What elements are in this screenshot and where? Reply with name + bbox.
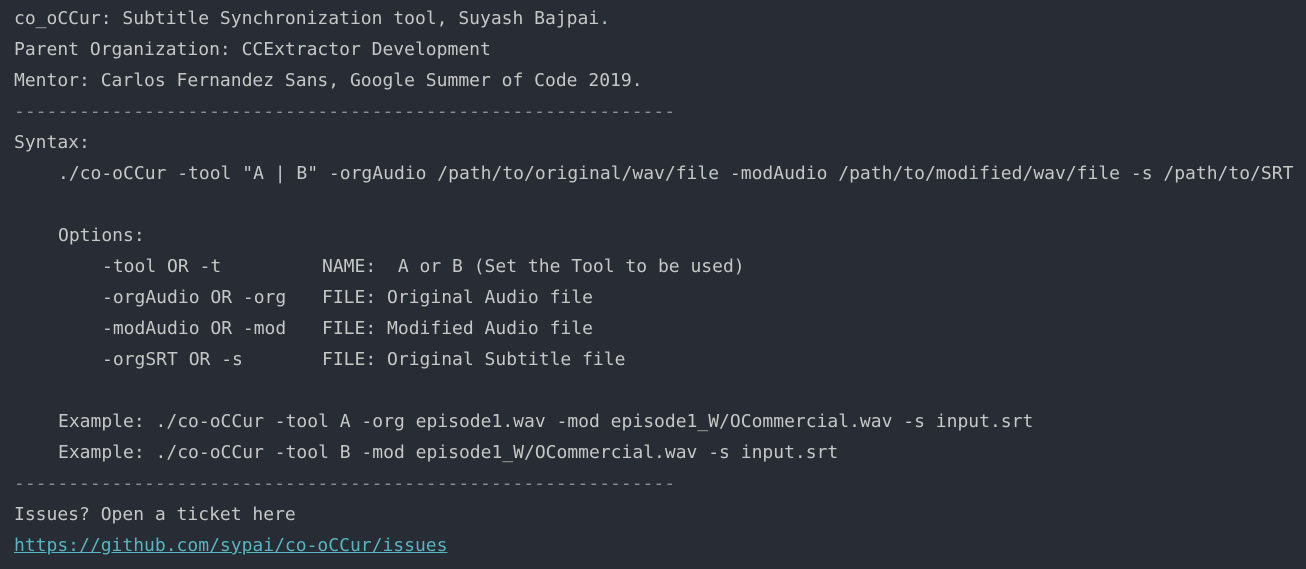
option-flag: -orgAudio OR -org: [102, 287, 287, 308]
example-line-2: Example: ./co-oCCur -tool B -mod episode…: [58, 442, 839, 463]
option-flag: -modAudio OR -mod: [102, 318, 287, 339]
example-line-1: Example: ./co-oCCur -tool A -org episode…: [58, 411, 1034, 432]
option-row-mod-audio: -modAudio OR -mod FILE: Modified Audio fi…: [14, 313, 1306, 344]
option-row-tool: -tool OR -t NAME: A or B (Set the Tool to…: [14, 251, 1306, 282]
option-description: FILE: Original Audio file: [322, 287, 593, 308]
option-flag: -tool OR -t: [102, 256, 222, 277]
terminal-output: co_oCCur: Subtitle Synchronization tool,…: [0, 0, 1306, 569]
option-row-org-audio: -orgAudio OR -org FILE: Original Audio fi…: [14, 282, 1306, 313]
options-label: Options:: [58, 225, 145, 246]
separator-top: ----------------------------------------…: [14, 101, 676, 122]
option-description: FILE: Modified Audio file: [322, 318, 593, 339]
separator-bottom: ----------------------------------------…: [14, 473, 676, 494]
mentor-line: Mentor: Carlos Fernandez Sans, Google Su…: [14, 70, 643, 91]
syntax-command: ./co-oCCur -tool "A | B" -orgAudio /path…: [58, 163, 1294, 184]
option-row-org-srt: -orgSRT OR -s FILE: Original Subtitle fil…: [14, 344, 1306, 375]
syntax-label: Syntax:: [14, 132, 90, 153]
issues-link[interactable]: https://github.com/sypai/co-oCCur/issues: [14, 535, 447, 556]
option-description: NAME: A or B (Set the Tool to be used): [322, 256, 745, 277]
option-description: FILE: Original Subtitle file: [322, 349, 626, 370]
issues-text: Issues? Open a ticket here: [14, 504, 296, 525]
organization-line: Parent Organization: CCExtractor Develop…: [14, 39, 491, 60]
title-line: co_oCCur: Subtitle Synchronization tool,…: [14, 8, 611, 29]
option-flag: -orgSRT OR -s: [102, 349, 243, 370]
